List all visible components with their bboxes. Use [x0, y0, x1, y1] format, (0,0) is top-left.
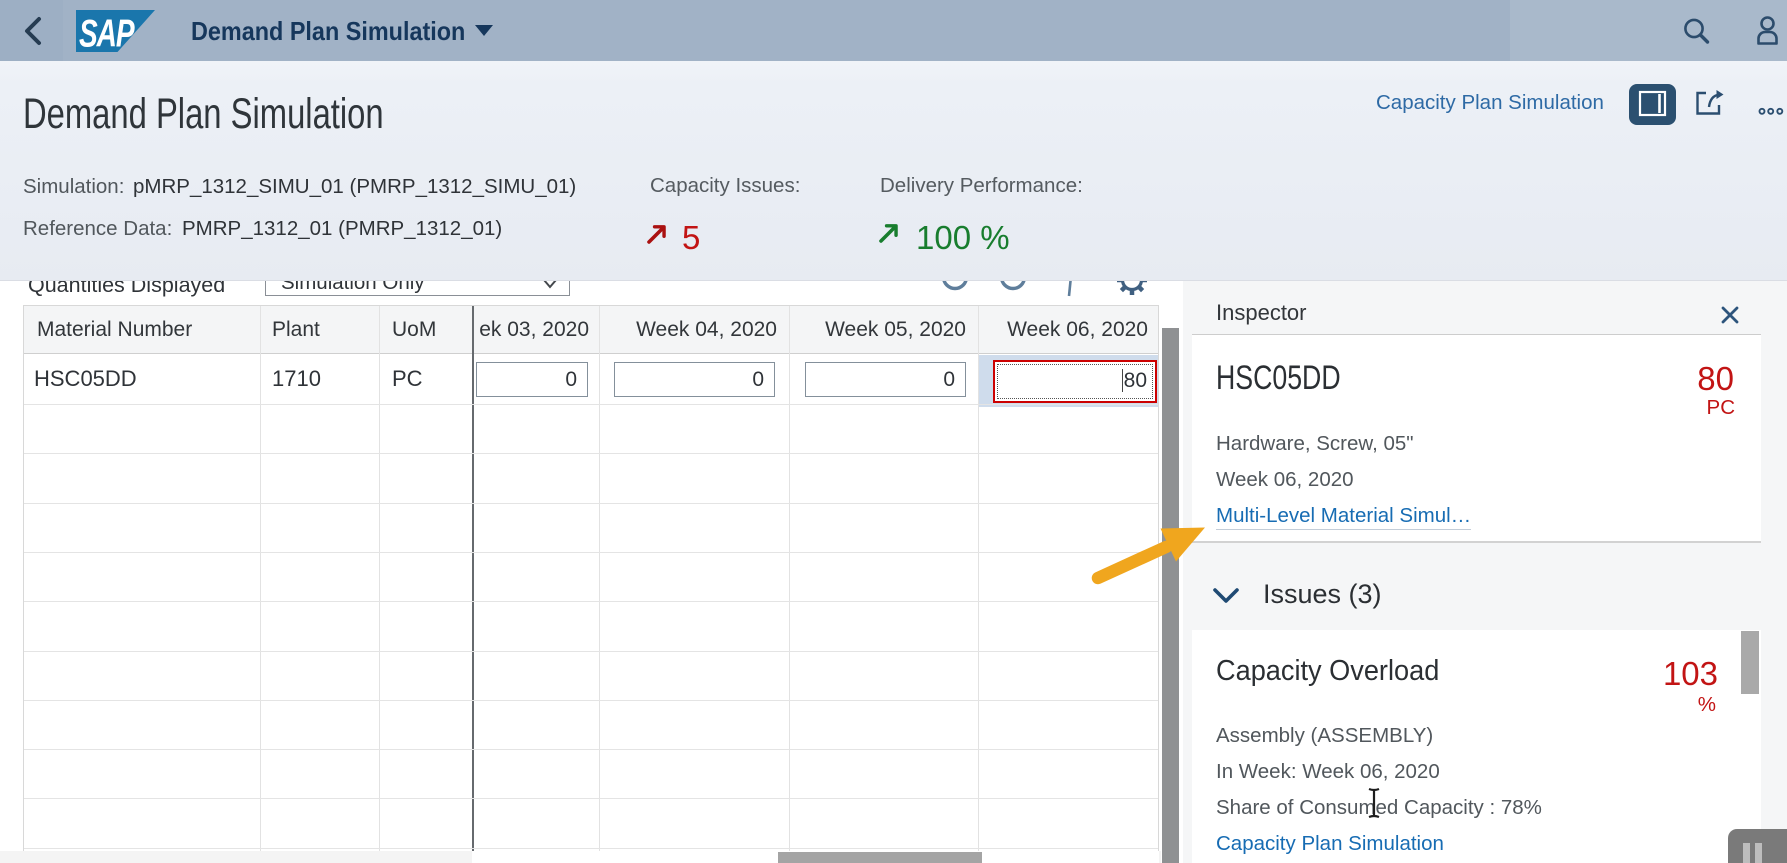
svg-text:SAP: SAP — [79, 12, 135, 52]
